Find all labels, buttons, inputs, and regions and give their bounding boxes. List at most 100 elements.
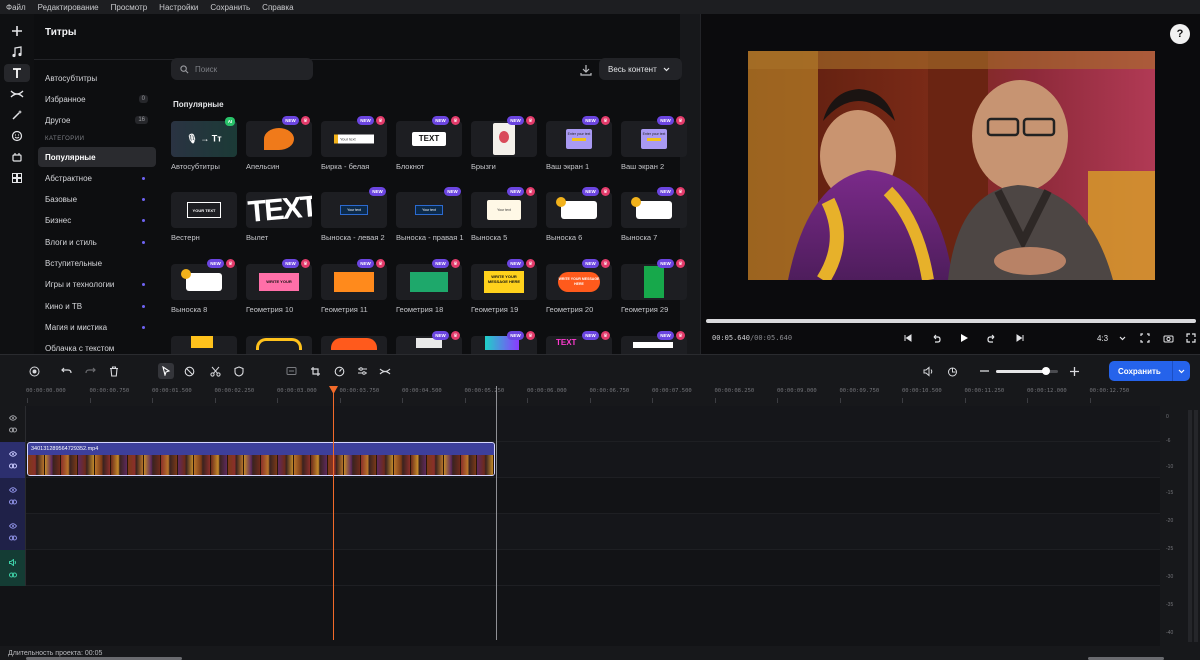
menu-edit[interactable]: Редактирование xyxy=(38,3,99,12)
speaker-icon[interactable] xyxy=(8,558,17,566)
skip-back-icon[interactable] xyxy=(901,331,915,345)
sidebar-item-other[interactable]: Другое 16 xyxy=(38,110,156,130)
step-forward-icon[interactable] xyxy=(985,331,999,345)
content-filter-select[interactable]: Весь контент xyxy=(599,58,682,80)
fullscreen-icon[interactable] xyxy=(1184,331,1198,345)
template-thumbnail[interactable] xyxy=(321,264,387,300)
link-icon[interactable] xyxy=(8,572,17,578)
sidebar-item-category[interactable]: Популярные xyxy=(38,147,156,167)
eye-icon[interactable] xyxy=(8,487,17,493)
transition-icon[interactable] xyxy=(4,85,30,103)
template-thumbnail[interactable]: Enter your text xyxy=(546,121,612,157)
timeline-ruler[interactable]: 00:00:00.000 00:00:00.750 00:00:01.500 00:0… xyxy=(0,386,1200,406)
undo-icon[interactable] xyxy=(58,363,74,379)
sidebar-item-favorites[interactable]: Избранное 0 xyxy=(38,89,156,109)
template-thumbnail[interactable]: Your text xyxy=(321,121,387,157)
template-thumbnail[interactable]: WRITE YOUR MESSAGE HERE xyxy=(471,264,537,300)
menu-settings[interactable]: Настройки xyxy=(159,3,198,12)
freeze-frame-icon[interactable] xyxy=(283,363,299,379)
play-icon[interactable] xyxy=(957,331,971,345)
text-icon[interactable] xyxy=(4,64,30,82)
template-thumbnail[interactable]: TEXT xyxy=(396,121,462,157)
redo-icon[interactable] xyxy=(82,363,98,379)
zoom-out-icon[interactable] xyxy=(976,363,992,379)
playhead[interactable] xyxy=(333,386,334,640)
sidebar-item-autosubtitles[interactable]: Автосубтитры xyxy=(38,68,156,88)
select-tool-icon[interactable] xyxy=(158,363,174,379)
sidebar-item-category[interactable]: Влоги и стиль xyxy=(38,232,156,252)
sidebar-item-category[interactable]: Магия и мистика xyxy=(38,317,156,337)
menu-file[interactable]: Файл xyxy=(6,3,26,12)
effects-icon[interactable] xyxy=(4,106,30,124)
zoom-handle[interactable] xyxy=(1041,367,1050,375)
menu-help[interactable]: Справка xyxy=(262,3,293,12)
cut-icon[interactable] xyxy=(207,363,223,379)
music-icon[interactable] xyxy=(4,43,30,61)
zoom-in-icon[interactable] xyxy=(1066,363,1082,379)
eye-icon[interactable] xyxy=(8,523,17,529)
template-thumbnail[interactable] xyxy=(471,121,537,157)
sidebar-item-category[interactable]: Абстрактное xyxy=(38,168,156,188)
chevron-down-icon[interactable] xyxy=(1115,331,1129,345)
transition-tool-icon[interactable] xyxy=(377,363,393,379)
link-icon[interactable] xyxy=(8,499,17,505)
template-thumbnail[interactable]: YOUR TEXT xyxy=(171,192,237,228)
template-thumbnail[interactable]: Your text xyxy=(396,192,462,228)
eye-icon[interactable] xyxy=(8,451,17,457)
eye-icon[interactable] xyxy=(8,415,17,421)
camera-icon[interactable] xyxy=(1161,331,1175,345)
link-icon[interactable] xyxy=(8,463,17,469)
template-thumbnail[interactable] xyxy=(546,192,612,228)
template-thumbnail[interactable]: Your text xyxy=(471,192,537,228)
sidebar-item-category[interactable]: Базовые xyxy=(38,190,156,210)
audio-detach-icon[interactable] xyxy=(920,363,936,379)
more-tools-icon[interactable] xyxy=(4,169,30,187)
track-row-3[interactable] xyxy=(26,478,1160,514)
template-thumbnail[interactable] xyxy=(246,121,312,157)
sidebar-item-category[interactable]: Игры и технологии xyxy=(38,275,156,295)
mask-icon[interactable] xyxy=(231,363,247,379)
preview-scrubber[interactable] xyxy=(706,319,1196,323)
step-back-icon[interactable] xyxy=(929,331,943,345)
menu-view[interactable]: Просмотр xyxy=(111,3,148,12)
template-thumbnail[interactable]: WRITE YOUR MESSAGE HERE xyxy=(546,264,612,300)
template-thumbnail[interactable] xyxy=(171,264,237,300)
ripple-tool-icon[interactable] xyxy=(181,363,197,379)
template-thumbnail[interactable] xyxy=(621,192,687,228)
video-clip[interactable]: 340131289564729352.mp4 xyxy=(27,442,495,476)
aspect-ratio-select[interactable]: 4:3 xyxy=(1097,334,1108,343)
save-button[interactable]: Сохранить xyxy=(1109,361,1190,381)
template-thumbnail[interactable]: Your text xyxy=(321,192,387,228)
sticker-icon[interactable] xyxy=(4,127,30,145)
template-thumbnail[interactable]: 🎙 → Tт xyxy=(171,121,237,157)
plus-icon[interactable] xyxy=(4,22,30,40)
template-thumbnail[interactable]: WRITE YOUR xyxy=(246,264,312,300)
crop-view-icon[interactable] xyxy=(1138,331,1152,345)
menu-save[interactable]: Сохранить xyxy=(210,3,250,12)
search-input[interactable]: Поиск xyxy=(171,58,313,80)
track-row-1[interactable] xyxy=(26,406,1160,442)
record-icon[interactable] xyxy=(26,363,42,379)
download-icon[interactable] xyxy=(580,64,592,76)
template-thumbnail[interactable]: Enter your text xyxy=(621,121,687,157)
sidebar-item-category[interactable]: Кино и ТВ xyxy=(38,296,156,316)
plugin-icon[interactable] xyxy=(4,148,30,166)
link-icon[interactable] xyxy=(8,535,17,541)
skip-forward-icon[interactable] xyxy=(1013,331,1027,345)
template-thumbnail[interactable]: TEXT xyxy=(246,192,312,228)
template-thumbnail[interactable] xyxy=(621,264,687,300)
delete-icon[interactable] xyxy=(106,363,122,379)
sidebar-item-category[interactable]: Бизнес xyxy=(38,211,156,231)
adjust-icon[interactable] xyxy=(354,363,370,379)
help-icon[interactable]: ? xyxy=(1170,24,1190,44)
chevron-down-icon[interactable] xyxy=(1172,361,1190,381)
snap-icon[interactable] xyxy=(944,363,960,379)
track-row-5[interactable] xyxy=(26,550,1160,586)
template-thumbnail[interactable] xyxy=(396,264,462,300)
zoom-slider[interactable] xyxy=(996,367,1058,375)
crop-icon[interactable] xyxy=(307,363,323,379)
link-icon[interactable] xyxy=(8,427,17,433)
sidebar-item-category[interactable]: Вступительные xyxy=(38,254,156,274)
speed-icon[interactable] xyxy=(331,363,347,379)
track-row-4[interactable] xyxy=(26,514,1160,550)
